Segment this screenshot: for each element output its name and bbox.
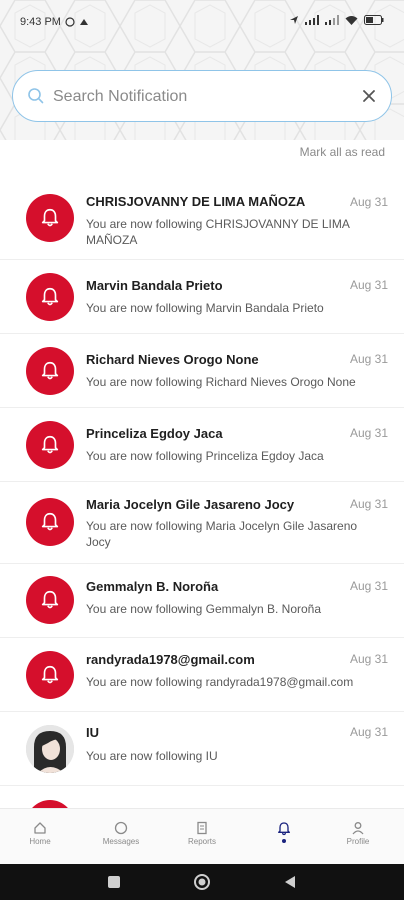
user-icon xyxy=(352,822,364,835)
notification-message: You are now following Gemmalyn B. Noroña xyxy=(86,602,322,616)
bell-icon xyxy=(41,361,59,380)
notification-name: IU xyxy=(86,725,99,740)
bell-icon xyxy=(41,435,59,454)
user-photo xyxy=(26,725,74,773)
notification-date: Aug 31 xyxy=(349,426,388,440)
notification-item[interactable]: IU Aug 31 You are now following IU xyxy=(0,712,404,786)
chat-icon xyxy=(114,821,128,835)
document-icon xyxy=(197,821,207,835)
wifi-icon xyxy=(345,16,358,25)
bell-avatar xyxy=(26,347,74,395)
notification-message: You are now following Richard Nieves Oro… xyxy=(86,375,356,389)
notification-date: Aug 31 xyxy=(349,652,388,666)
search-input[interactable] xyxy=(51,84,355,110)
nav-profile[interactable]: Profile xyxy=(328,817,388,846)
notification-item[interactable]: Marvin Bandala Prieto Aug 31 You are now… xyxy=(0,260,404,334)
status-time: 9:43 PM xyxy=(20,16,61,28)
mark-all-read-button[interactable]: Mark all as read xyxy=(300,145,385,159)
user-avatar-photo xyxy=(26,725,74,773)
notification-name: Maria Jocelyn Gile Jasareno Jocy xyxy=(86,497,295,512)
bell-icon xyxy=(41,287,59,306)
search-icon xyxy=(28,88,44,104)
bell-icon xyxy=(41,590,59,609)
notification-name: Princeliza Egdoy Jaca xyxy=(86,426,223,441)
notification-date: Aug 31 xyxy=(349,352,388,366)
notification-name: Richard Nieves Orogo None xyxy=(86,352,259,367)
notification-item[interactable]: Maria Jocelyn Gile Jasareno Jocy Aug 31 … xyxy=(0,482,404,564)
nav-messages-label: Messages xyxy=(102,837,140,846)
search-bar xyxy=(12,70,392,122)
bell-icon xyxy=(41,512,59,531)
notification-name: Gemmalyn B. Noroña xyxy=(86,579,219,594)
bell-avatar xyxy=(26,273,74,321)
notification-date: Aug 31 xyxy=(349,725,388,739)
bell-avatar xyxy=(26,651,74,699)
notification-item[interactable]: Richard Nieves Orogo None Aug 31 You are… xyxy=(0,334,404,408)
notification-message: You are now following CHRISJOVANNY DE LI… xyxy=(86,217,350,247)
signal-icon xyxy=(305,15,319,25)
notification-message: You are now following IU xyxy=(86,749,218,763)
notification-item[interactable]: Gemmalyn B. Noroña Aug 31 You are now fo… xyxy=(0,564,404,638)
notification-item[interactable]: randyrada1978@gmail.com Aug 31 You are n… xyxy=(0,638,404,712)
nav-reports-label: Reports xyxy=(187,837,216,846)
notification-message: You are now following Marvin Bandala Pri… xyxy=(86,301,324,315)
nav-profile-label: Profile xyxy=(346,837,370,846)
alarm-icon xyxy=(65,17,75,27)
bell-avatar xyxy=(26,194,74,242)
notification-item[interactable]: Princeliza Egdoy Jaca Aug 31 You are now… xyxy=(0,408,404,482)
nav-home-label: Home xyxy=(29,837,51,846)
nav-notifications[interactable] xyxy=(254,817,314,843)
notification-name: CHRISJOVANNY DE LIMA MAÑOZA xyxy=(86,194,306,209)
nav-reports[interactable]: Reports xyxy=(172,817,232,846)
recent-apps-icon[interactable] xyxy=(107,875,121,889)
notification-item[interactable]: CHRISJOVANNY DE LIMA MAÑOZA Aug 31 You a… xyxy=(0,184,404,260)
notification-date: Aug 31 xyxy=(349,278,388,292)
nav-home[interactable]: Home xyxy=(10,817,70,846)
back-icon[interactable] xyxy=(283,875,297,889)
app-notification-icon xyxy=(79,19,88,25)
system-navigation-bar xyxy=(0,864,404,900)
bell-avatar xyxy=(26,576,74,624)
status-bar: 9:43 PM xyxy=(0,0,404,44)
bell-icon xyxy=(278,822,290,836)
clear-search-icon[interactable] xyxy=(359,86,379,106)
bell-avatar xyxy=(26,421,74,469)
signal-icon-2 xyxy=(325,15,339,25)
notification-message: You are now following randyrada1978@gmai… xyxy=(86,675,354,689)
notification-message: You are now following Princeliza Egdoy J… xyxy=(86,449,324,463)
notification-message: You are now following Maria Jocelyn Gile… xyxy=(86,519,358,549)
home-icon xyxy=(34,822,46,834)
home-circle-icon[interactable] xyxy=(193,873,211,891)
notification-date: Aug 31 xyxy=(349,579,388,593)
notification-date: Aug 31 xyxy=(349,195,388,209)
bell-avatar xyxy=(26,498,74,546)
bell-icon xyxy=(41,665,59,684)
notification-date: Aug 31 xyxy=(349,497,388,511)
nav-messages[interactable]: Messages xyxy=(91,817,151,846)
active-indicator xyxy=(282,839,286,843)
notification-list: CHRISJOVANNY DE LIMA MAÑOZA Aug 31 You a… xyxy=(0,184,404,848)
location-icon xyxy=(290,16,298,24)
bottom-nav: Home Messages Reports Profile xyxy=(0,808,404,865)
notification-name: Marvin Bandala Prieto xyxy=(86,278,223,293)
bell-icon xyxy=(41,208,59,227)
battery-icon xyxy=(364,15,384,25)
notification-name: randyrada1978@gmail.com xyxy=(86,652,255,667)
